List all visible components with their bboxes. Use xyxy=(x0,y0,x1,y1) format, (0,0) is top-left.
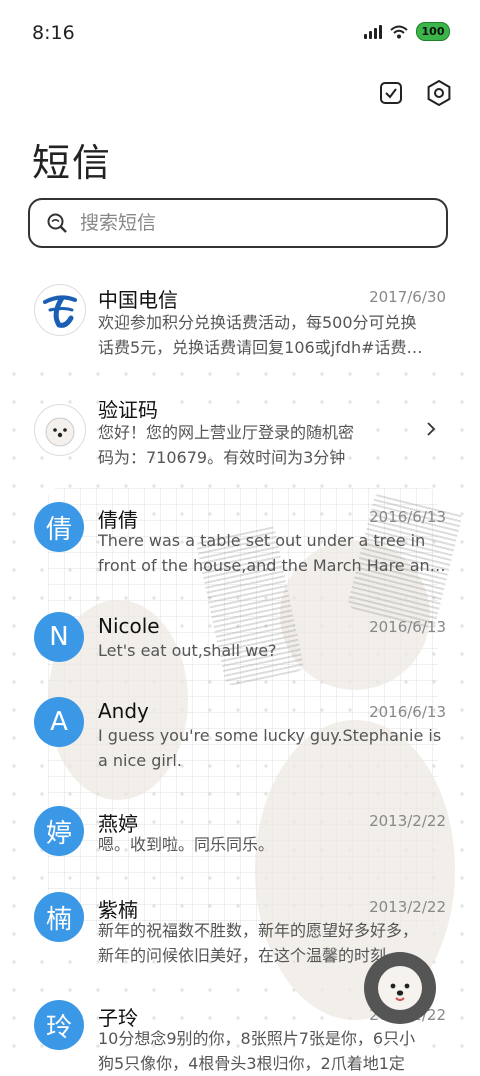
conversation-item[interactable]: 中国电信 2017/6/30 欢迎参加积分兑换话费活动，每500分可兑换 话费5… xyxy=(0,280,480,370)
contact-avatar: 婷 xyxy=(34,806,84,856)
conversation-preview: 您好！您的网上营业厅登录的随机密 码为：710679。有效时间为3分钟 xyxy=(98,420,398,470)
conversation-preview: I guess you're some lucky guy.Stephanie … xyxy=(98,723,446,773)
preview-line: Let's eat out,shall we? xyxy=(98,641,277,660)
status-time: 8:16 xyxy=(32,22,75,44)
chevron-right-icon[interactable] xyxy=(424,422,438,436)
conversation-date: 2016/6/13 xyxy=(369,508,446,526)
search-box[interactable] xyxy=(28,198,448,248)
conversation-date: 2013/2/22 xyxy=(369,898,446,916)
contact-avatar: A xyxy=(34,697,84,747)
conversation-date: 2017/6/30 xyxy=(369,288,446,306)
search-icon xyxy=(47,213,67,233)
conversation-preview: There was a table set out under a tree i… xyxy=(98,528,446,578)
conversation-date: 2016/6/13 xyxy=(369,703,446,721)
conversation-item[interactable]: 倩 倩倩 2016/6/13 There was a table set out… xyxy=(0,502,480,592)
header-actions xyxy=(378,80,452,106)
contact-avatar: 玲 xyxy=(34,1000,84,1050)
conversation-item[interactable]: N Nicole 2016/6/13 Let's eat out,shall w… xyxy=(0,612,480,682)
conversation-name: Andy xyxy=(98,699,149,723)
china-telecom-logo-icon xyxy=(34,284,86,336)
preview-line: 您好！您的网上营业厅登录的随机密 xyxy=(98,423,355,442)
preview-line: 新年的祝福数不胜数，新年的愿望好多好多， xyxy=(98,921,419,940)
preview-line: 狗5只像你，4根骨头3根归你，2爪着地1定 xyxy=(98,1054,405,1073)
contact-avatar: N xyxy=(34,612,84,662)
battery-icon: 100 xyxy=(416,22,450,41)
conversation-item[interactable]: 婷 燕婷 2013/2/22 嗯。收到啦。同乐同乐。 xyxy=(0,806,480,876)
dog-compose-icon xyxy=(378,966,422,1010)
preview-line: front of the house,and the March Hare an… xyxy=(98,556,446,575)
preview-line: 欢迎参加积分兑换话费活动，每500分可兑换 xyxy=(98,313,417,332)
signal-icon xyxy=(364,24,382,39)
preview-line: a nice girl. xyxy=(98,751,182,770)
preview-line: I guess you're some lucky guy.Stephanie … xyxy=(98,726,442,745)
conversation-date: 2013/2/22 xyxy=(369,812,446,830)
status-bar: 8:16 100 xyxy=(0,0,480,68)
conversation-item[interactable]: A Andy 2016/6/13 I guess you're some luc… xyxy=(0,697,480,787)
conversation-preview: 嗯。收到啦。同乐同乐。 xyxy=(98,832,446,857)
conversation-name: Nicole xyxy=(98,614,160,638)
preview-line: 码为：710679。有效时间为3分钟 xyxy=(98,448,346,467)
status-icons: 100 xyxy=(364,22,450,41)
select-checkbox-icon[interactable] xyxy=(378,80,404,106)
compose-button[interactable] xyxy=(364,952,436,1024)
conversation-preview: 10分想念9别的你，8张照片7张是你，6只小 狗5只像你，4根骨头3根归你，2爪… xyxy=(98,1026,446,1076)
conversation-preview: 欢迎参加积分兑换话费活动，每500分可兑换 话费5元，兑换话费请回复106或jf… xyxy=(98,310,446,360)
page-title: 短信 xyxy=(32,141,113,185)
preview-line: 10分想念9别的你，8张照片7张是你，6只小 xyxy=(98,1029,416,1048)
contact-avatar: 倩 xyxy=(34,502,84,552)
dog-avatar-icon xyxy=(34,404,86,456)
wifi-icon xyxy=(390,25,408,38)
conversation-name: 中国电信 xyxy=(98,288,178,312)
contact-avatar: 楠 xyxy=(34,892,84,942)
conversation-item[interactable]: 验证码 您好！您的网上营业厅登录的随机密 码为：710679。有效时间为3分钟 xyxy=(0,392,480,482)
preview-line: There was a table set out under a tree i… xyxy=(98,531,426,550)
conversation-name: 验证码 xyxy=(98,398,158,422)
preview-line: 嗯。收到啦。同乐同乐。 xyxy=(98,835,275,854)
conversation-preview: Let's eat out,shall we? xyxy=(98,638,446,663)
conversation-date: 2016/6/13 xyxy=(369,618,446,636)
search-input[interactable] xyxy=(78,211,412,235)
preview-line: 话费5元，兑换话费请回复106或jfdh#话费… xyxy=(98,338,423,357)
settings-gear-icon[interactable] xyxy=(426,80,452,106)
